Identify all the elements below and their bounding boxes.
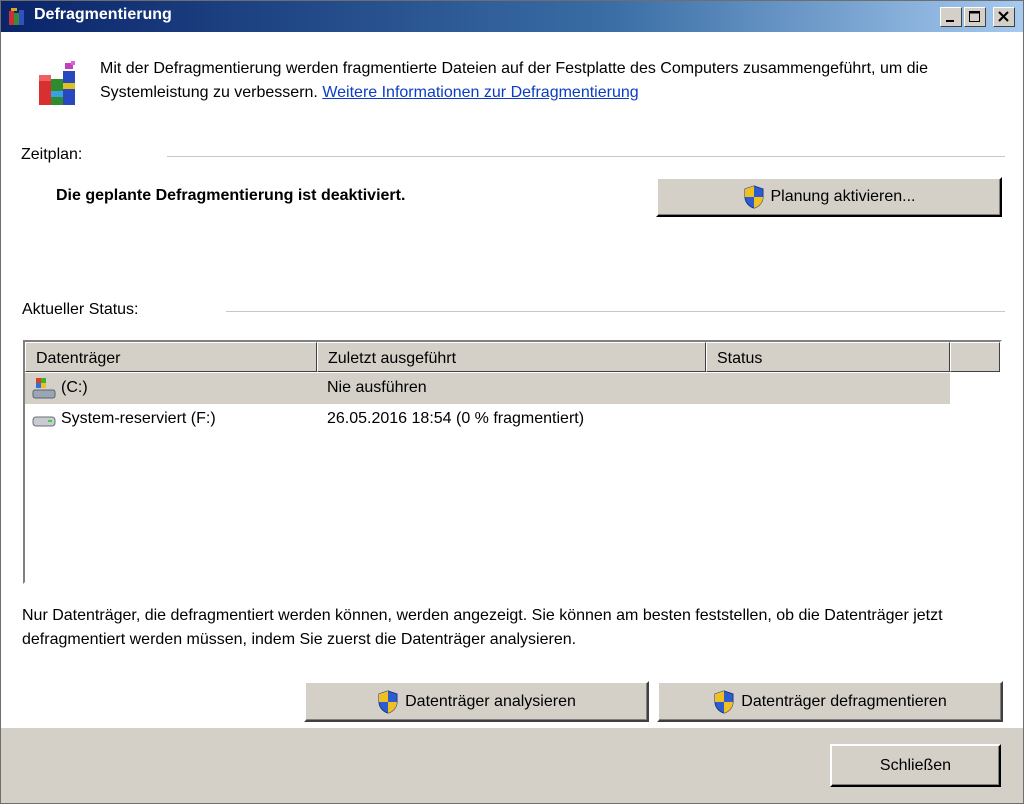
drive-name: (C:) (61, 379, 88, 396)
drive-list[interactable]: Datenträger Zuletzt ausgeführt Status (C… (23, 340, 1002, 584)
status-separator (226, 311, 1005, 312)
more-info-link[interactable]: Weitere Informationen zur Defragmentieru… (322, 84, 638, 101)
schedule-separator (167, 156, 1005, 157)
column-header-filler (950, 342, 1000, 372)
minimize-button[interactable] (940, 7, 962, 27)
column-header-drive[interactable]: Datenträger (25, 342, 317, 372)
drive-last-run: Nie ausführen (327, 379, 427, 396)
defragment-disk-button[interactable]: Datenträger defragmentieren (657, 681, 1003, 722)
close-button-label: Schließen (879, 756, 952, 774)
schedule-label: Zeitplan: (21, 146, 83, 163)
hard-drive-icon (32, 416, 56, 427)
close-window-button[interactable] (993, 7, 1015, 27)
defrag-app-icon (9, 8, 24, 25)
uac-shield-icon (744, 185, 763, 209)
maximize-icon (969, 11, 980, 22)
close-icon (998, 11, 1009, 22)
defrag-window: Defragmentierung Mit der Defragmentierun… (0, 0, 1024, 804)
current-status-label: Aktueller Status: (22, 301, 139, 318)
schedule-status: Die geplante Defragmentierung ist deakti… (56, 187, 406, 204)
column-header-status[interactable]: Status (706, 342, 950, 372)
drive-row[interactable]: (C:) Nie ausführen (25, 373, 950, 404)
info-note: Nur Datenträger, die defragmentiert werd… (22, 607, 943, 648)
drive-name: System-reserviert (F:) (61, 410, 216, 427)
uac-shield-icon (378, 689, 398, 714)
window-title: Defragmentierung (34, 6, 172, 23)
analyze-disk-button[interactable]: Datenträger analysieren (304, 681, 649, 722)
intro-text: Mit der Defragmentierung werden fragment… (100, 57, 1000, 105)
drive-row[interactable]: System-reserviert (F:) 26.05.2016 18:54 … (25, 404, 950, 435)
drive-last-run: 26.05.2016 18:54 (0 % fragmentiert) (327, 410, 585, 427)
analyze-disk-label: Datenträger analysieren (405, 692, 576, 710)
column-header-last-run[interactable]: Zuletzt ausgeführt (317, 342, 706, 372)
system-drive-icon (32, 378, 56, 399)
enable-schedule-button[interactable]: Planung aktivieren... (656, 177, 1002, 217)
close-button[interactable]: Schließen (830, 744, 1001, 787)
drive-list-header: Datenträger Zuletzt ausgeführt Status (25, 342, 1000, 372)
maximize-button[interactable] (964, 7, 986, 27)
uac-shield-icon (714, 689, 734, 714)
defrag-large-icon (39, 61, 75, 105)
minimize-icon (946, 20, 954, 22)
enable-schedule-label: Planung aktivieren... (770, 188, 916, 205)
defragment-disk-label: Datenträger defragmentieren (741, 692, 947, 710)
title-bar[interactable]: Defragmentierung (1, 1, 1023, 32)
